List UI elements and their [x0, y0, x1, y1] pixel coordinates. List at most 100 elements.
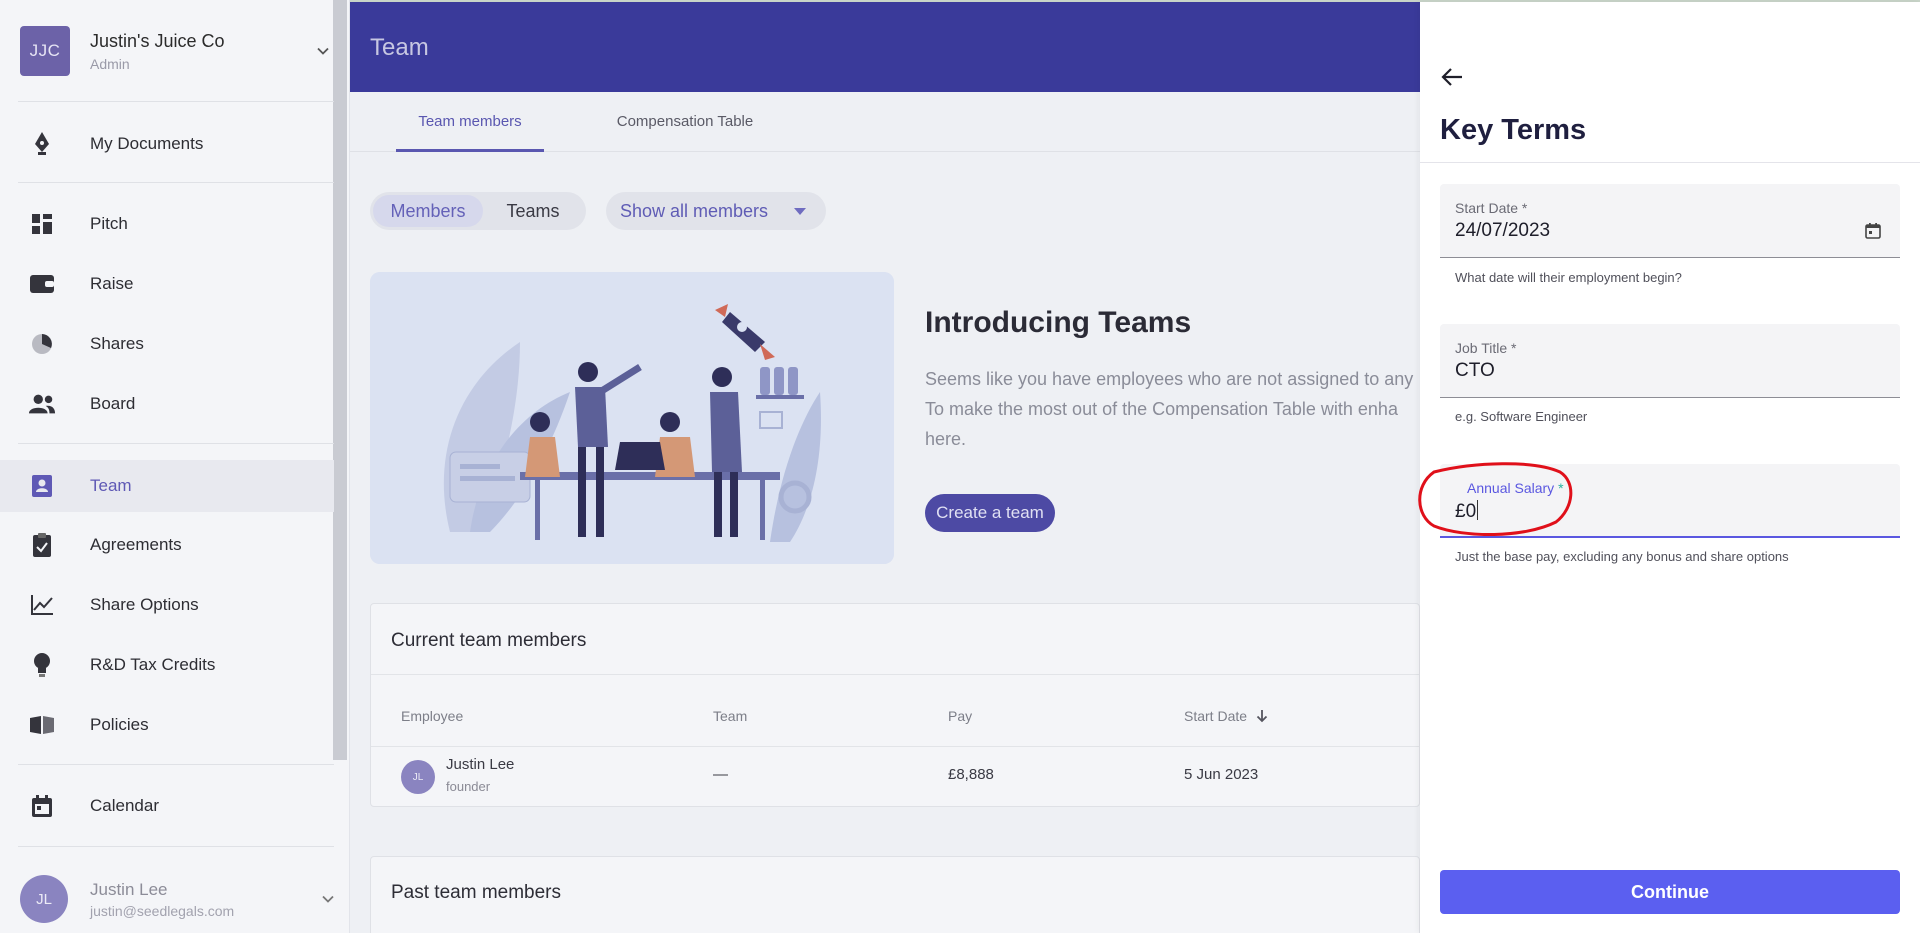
- sidebar-divider: [18, 182, 334, 183]
- column-header-start-date[interactable]: Start Date: [1184, 708, 1269, 724]
- pie-chart-icon: [28, 330, 56, 358]
- org-avatar: JJC: [20, 26, 70, 76]
- book-icon: [28, 711, 56, 739]
- sidebar-item-pitch[interactable]: Pitch: [0, 199, 334, 249]
- avatar: JL: [20, 875, 68, 923]
- lightbulb-icon: [28, 651, 56, 679]
- badge-icon: [28, 472, 56, 500]
- line-chart-icon: [28, 591, 56, 619]
- employee-name: Justin Lee: [446, 756, 515, 773]
- promo-line: To make the most out of the Compensation…: [925, 399, 1398, 419]
- column-header-team[interactable]: Team: [713, 708, 747, 724]
- continue-button[interactable]: Continue: [1440, 870, 1900, 914]
- employee-start-date: 5 Jun 2023: [1184, 766, 1259, 783]
- sort-arrow-down-icon: [1256, 710, 1268, 723]
- member-filter-value: Show all members: [620, 200, 769, 221]
- start-date-label: Start Date *: [1455, 200, 1527, 216]
- required-marker: *: [1511, 340, 1517, 356]
- start-date-helper: What date will their employment begin?: [1455, 270, 1682, 285]
- annual-salary-helper: Just the base pay, excluding any bonus a…: [1455, 549, 1789, 564]
- start-date-value: 24/07/2023: [1455, 220, 1551, 241]
- chevron-down-icon: [317, 47, 329, 55]
- page-title: Team: [370, 34, 429, 61]
- teams-promo: Introducing Teams Seems like you have em…: [370, 272, 1420, 564]
- caret-down-icon: [794, 208, 806, 215]
- card-divider: [371, 674, 1419, 675]
- tab-bar: Team members Compensation Table: [350, 92, 1420, 152]
- user-menu[interactable]: JL Justin Lee justin@seedlegals.com: [20, 874, 335, 924]
- members-toggle-button[interactable]: Members: [373, 195, 483, 227]
- clipboard-check-icon: [28, 531, 56, 559]
- pen-nib-icon: [28, 130, 56, 158]
- members-teams-toggle: Members Teams: [370, 192, 586, 230]
- field-label-text: Start Date: [1455, 200, 1519, 216]
- member-filter-select[interactable]: Show all members: [606, 192, 826, 230]
- sidebar-item-label: R&D Tax Credits: [90, 655, 216, 674]
- promo-line: here.: [925, 429, 967, 449]
- sidebar-item-label: Raise: [90, 274, 134, 293]
- sidebar-item-label: Calendar: [90, 796, 159, 815]
- past-members-card: Past team members: [370, 856, 1420, 933]
- tab-team-members[interactable]: Team members: [396, 92, 544, 152]
- wallet-icon: [28, 270, 56, 298]
- sidebar-item-label: Policies: [90, 715, 149, 734]
- column-header-employee[interactable]: Employee: [401, 708, 463, 724]
- sidebar-divider: [18, 101, 334, 102]
- user-email: justin@seedlegals.com: [90, 902, 235, 919]
- annotation-highlight-circle: [1418, 462, 1573, 536]
- sidebar-item-label: Agreements: [90, 535, 182, 554]
- sidebar-item-label: Share Options: [90, 595, 199, 614]
- sidebar-item-label: Board: [90, 394, 136, 413]
- page-header: Team: [350, 2, 1420, 92]
- column-header-pay[interactable]: Pay: [948, 708, 972, 724]
- teams-toggle-button[interactable]: Teams: [483, 195, 583, 227]
- sidebar-item-rd-tax-credits[interactable]: R&D Tax Credits: [0, 640, 334, 690]
- sidebar-scrollbar[interactable]: [333, 0, 347, 760]
- employee-team: —: [713, 766, 728, 783]
- people-icon: [28, 390, 56, 418]
- sidebar-item-label: Pitch: [90, 214, 128, 233]
- sidebar-item-team[interactable]: Team: [0, 460, 334, 512]
- create-team-button[interactable]: Create a team: [925, 494, 1055, 532]
- pitch-blocks-icon: [28, 210, 56, 238]
- org-role: Admin: [90, 55, 130, 72]
- back-arrow-icon[interactable]: [1440, 64, 1466, 90]
- sidebar-item-calendar[interactable]: Calendar: [0, 781, 334, 831]
- start-date-field[interactable]: Start Date * 24/07/2023: [1440, 184, 1900, 258]
- panel-title: Key Terms: [1440, 114, 1587, 146]
- sidebar-item-board[interactable]: Board: [0, 379, 334, 429]
- employee-role: founder: [446, 779, 491, 794]
- field-label-text: Job Title: [1455, 340, 1508, 356]
- calendar-picker-icon[interactable]: [1864, 222, 1882, 240]
- card-title: Past team members: [391, 882, 561, 903]
- job-title-label: Job Title *: [1455, 340, 1516, 356]
- sidebar-item-raise[interactable]: Raise: [0, 259, 334, 309]
- required-marker: *: [1521, 200, 1528, 216]
- sidebar-divider: [18, 846, 334, 847]
- column-header-label: Start Date: [1184, 708, 1248, 724]
- panel-divider: [1420, 162, 1920, 163]
- sidebar-item-agreements[interactable]: Agreements: [0, 520, 334, 570]
- tab-compensation-table[interactable]: Compensation Table: [580, 92, 790, 152]
- sidebar-item-share-options[interactable]: Share Options: [0, 580, 334, 630]
- chevron-down-icon: [322, 895, 334, 903]
- calendar-icon: [28, 792, 56, 820]
- team-illustration: [370, 272, 894, 564]
- promo-line: Seems like you have employees who are no…: [925, 369, 1414, 389]
- promo-body: Seems like you have employees who are no…: [925, 364, 1440, 454]
- sidebar-item-label: Shares: [90, 334, 144, 353]
- sidebar-item-label: My Documents: [90, 134, 204, 153]
- current-members-card: Current team members Employee Team Pay S…: [370, 603, 1420, 807]
- user-name: Justin Lee: [90, 879, 168, 899]
- job-title-field[interactable]: Job Title * CTO: [1440, 324, 1900, 398]
- sidebar-item-label: Team: [90, 476, 132, 495]
- avatar: JL: [401, 760, 435, 794]
- sidebar-item-policies[interactable]: Policies: [0, 700, 334, 750]
- job-title-helper: e.g. Software Engineer: [1455, 409, 1588, 424]
- sidebar-item-shares[interactable]: Shares: [0, 319, 334, 369]
- sidebar-divider: [18, 764, 334, 765]
- sidebar: JJC Justin's Juice Co Admin My Documents…: [0, 0, 350, 933]
- sidebar-item-my-documents[interactable]: My Documents: [0, 119, 334, 169]
- org-name: Justin's Juice Co: [90, 30, 225, 51]
- org-switcher[interactable]: JJC Justin's Juice Co Admin: [20, 24, 330, 78]
